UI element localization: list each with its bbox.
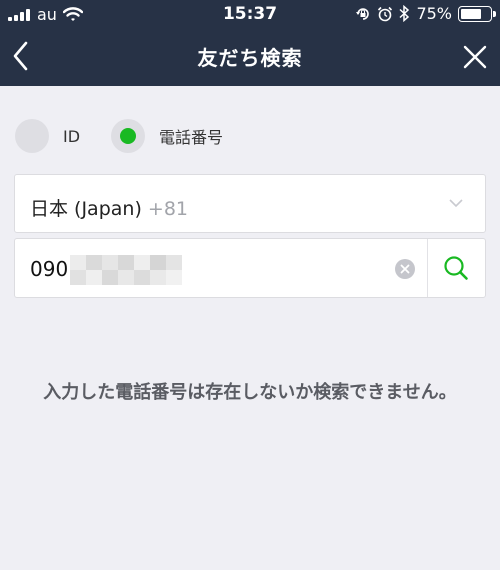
close-icon	[463, 45, 487, 69]
radio-option-phone[interactable]: 電話番号	[111, 119, 223, 153]
phone-search-box: 090	[14, 238, 486, 298]
battery-percent: 75%	[416, 4, 452, 23]
search-icon	[444, 256, 468, 280]
battery-level-fill	[461, 8, 482, 19]
status-right: 75%	[355, 4, 496, 23]
phone-input[interactable]: 090	[15, 239, 427, 297]
error-message: 入力した電話番号は存在しないか検索できません。	[43, 382, 457, 403]
orientation-lock-icon	[356, 7, 370, 20]
bluetooth-icon	[399, 5, 410, 22]
battery-icon	[458, 5, 496, 22]
nav-bar: 友だち検索	[0, 28, 500, 86]
country-code: +81	[147, 198, 189, 220]
country-text: 日本 (Japan) +81	[30, 194, 188, 221]
radio-label-phone: 電話番号	[159, 128, 224, 147]
search-type-selector: ID 電話番号	[15, 119, 223, 153]
radio-button-phone[interactable]	[111, 119, 146, 153]
radio-button-id[interactable]	[15, 119, 49, 153]
radio-option-id[interactable]: ID	[15, 119, 80, 153]
country-name: 日本 (Japan)	[30, 198, 142, 220]
radio-selected-dot	[120, 128, 137, 144]
phone-value: 090	[30, 257, 69, 281]
app-header: au 15:37 75% 友だち検索	[0, 0, 500, 86]
redacted-number-mosaic	[70, 255, 182, 285]
radio-label-id: ID	[63, 126, 81, 146]
status-bar: au 15:37 75%	[0, 0, 500, 28]
clear-icon	[400, 264, 410, 274]
alarm-icon	[378, 6, 393, 21]
search-button[interactable]	[428, 239, 485, 297]
country-select[interactable]: 日本 (Japan) +81	[14, 174, 486, 233]
chevron-down-icon	[449, 199, 463, 208]
page-title: 友だち検索	[197, 46, 303, 70]
close-button[interactable]	[458, 40, 492, 74]
clear-button[interactable]	[395, 259, 415, 279]
